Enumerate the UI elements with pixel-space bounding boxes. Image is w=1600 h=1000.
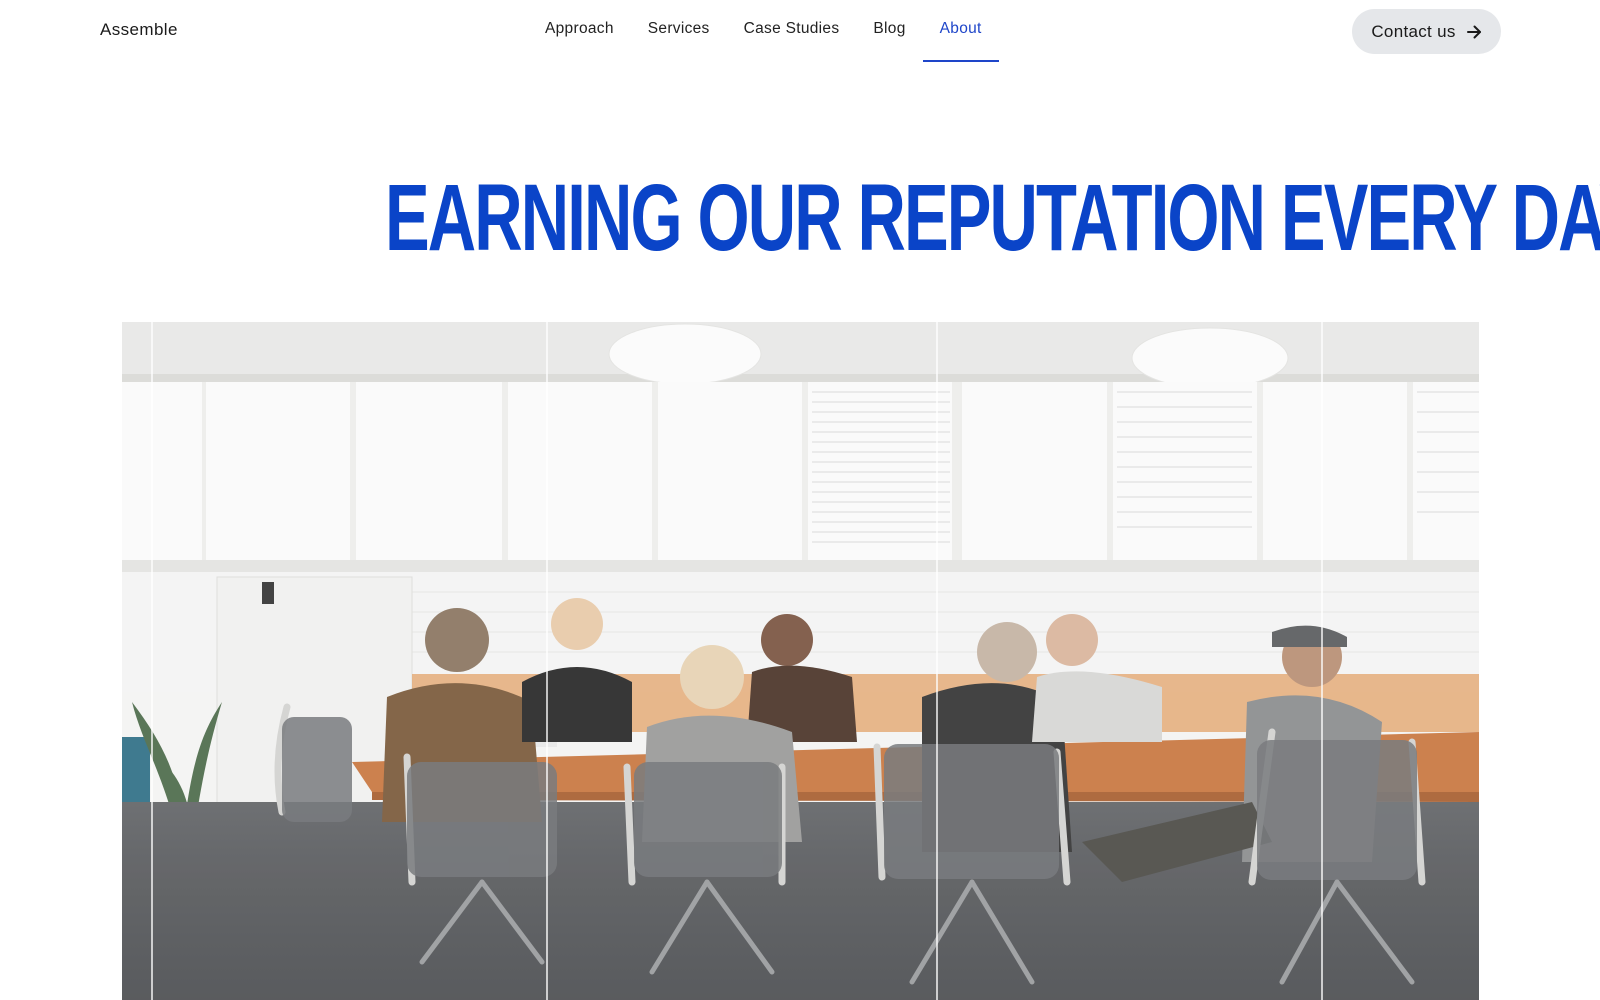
arrow-right-icon <box>1466 24 1482 40</box>
hero-photo <box>122 322 1479 1000</box>
hero-title-text: EARNING OUR REPUTATION EVERY DAY <box>384 163 1600 271</box>
contact-us-button[interactable]: Contact us <box>1352 9 1501 54</box>
nav-item-services[interactable]: Services <box>631 0 727 62</box>
main-nav: Approach Services Case Studies Blog Abou… <box>528 0 999 62</box>
nav-item-case-studies[interactable]: Case Studies <box>727 0 857 62</box>
site-header: Assemble Approach Services Case Studies … <box>0 0 1600 62</box>
meeting-room-illustration <box>122 322 1479 1000</box>
page: Assemble Approach Services Case Studies … <box>0 0 1600 1000</box>
nav-item-about[interactable]: About <box>922 0 999 62</box>
contact-us-label: Contact us <box>1371 21 1456 41</box>
logo[interactable]: Assemble <box>100 20 178 40</box>
nav-item-approach[interactable]: Approach <box>528 0 631 62</box>
nav-item-blog[interactable]: Blog <box>856 0 922 62</box>
hero-title: EARNING OUR REPUTATION EVERY DAY <box>0 170 1600 278</box>
